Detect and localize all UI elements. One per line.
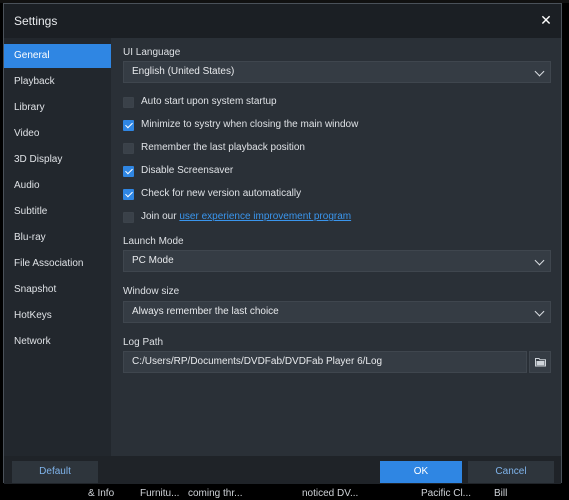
general-settings-panel: UI Language English (United States) Auto… <box>111 38 561 456</box>
ui-language-select[interactable]: English (United States) <box>123 61 551 83</box>
log-path-field[interactable]: C:/Users/RP/Documents/DVDFab/DVDFab Play… <box>123 351 527 373</box>
minimize-to-tray-label: Minimize to systry when closing the main… <box>141 119 359 130</box>
sidebar-item-snapshot[interactable]: Snapshot <box>4 278 111 302</box>
sidebar-item-general[interactable]: General <box>4 44 111 68</box>
auto-start-checkbox[interactable] <box>123 97 134 108</box>
taskbar-item[interactable]: noticed DV... <box>302 488 358 499</box>
launch-mode-label: Launch Mode <box>123 236 184 247</box>
dialog-title: Settings <box>14 14 58 28</box>
log-path-label: Log Path <box>123 337 164 348</box>
ui-language-label: UI Language <box>123 47 181 58</box>
join-program-checkbox[interactable] <box>123 212 134 223</box>
close-icon[interactable]: ✕ <box>537 11 555 29</box>
sidebar-item-subtitle[interactable]: Subtitle <box>4 200 111 224</box>
chevron-down-icon <box>534 66 545 77</box>
sidebar-item-blu-ray[interactable]: Blu-ray <box>4 226 111 250</box>
check-updates-checkbox[interactable] <box>123 189 134 200</box>
dialog-footer: Default OK Cancel <box>4 456 561 484</box>
cancel-button[interactable]: Cancel <box>468 461 554 483</box>
window-size-value: Always remember the last choice <box>132 306 279 317</box>
folder-icon <box>535 358 546 367</box>
sidebar-item-audio[interactable]: Audio <box>4 174 111 198</box>
taskbar-item[interactable]: Bill <box>494 488 507 499</box>
chevron-down-icon <box>534 306 545 317</box>
sidebar-item-file-association[interactable]: File Association <box>4 252 111 276</box>
minimize-to-tray-checkbox[interactable] <box>123 120 134 131</box>
window-size-select[interactable]: Always remember the last choice <box>123 301 551 323</box>
taskbar-item[interactable]: Pacific Cl... <box>421 488 471 499</box>
settings-dialog: Settings ✕ General Playback Library Vide… <box>3 3 562 484</box>
sidebar-item-video[interactable]: Video <box>4 122 111 146</box>
disable-screensaver-checkbox[interactable] <box>123 166 134 177</box>
settings-sidebar: General Playback Library Video 3D Displa… <box>4 38 111 456</box>
chevron-down-icon <box>534 255 545 266</box>
remember-position-checkbox[interactable] <box>123 143 134 154</box>
sidebar-item-hotkeys[interactable]: HotKeys <box>4 304 111 328</box>
remember-position-label: Remember the last playback position <box>141 142 305 153</box>
check-updates-label: Check for new version automatically <box>141 188 302 199</box>
browse-folder-button[interactable] <box>529 351 551 373</box>
default-button[interactable]: Default <box>12 461 98 483</box>
window-size-label: Window size <box>123 286 180 297</box>
join-program-text: Join our user experience improvement pro… <box>141 211 351 222</box>
sidebar-item-playback[interactable]: Playback <box>4 70 111 94</box>
ui-language-value: English (United States) <box>132 66 235 77</box>
taskbar-item[interactable]: Furnitu... <box>140 488 179 499</box>
taskbar: & Info Furnitu... coming thr... noticed … <box>0 484 569 500</box>
title-bar: Settings ✕ <box>4 4 561 38</box>
join-program-prefix: Join our <box>141 211 180 222</box>
user-experience-program-link[interactable]: user experience improvement program <box>179 211 351 222</box>
sidebar-item-network[interactable]: Network <box>4 330 111 354</box>
ok-button[interactable]: OK <box>380 461 462 483</box>
sidebar-item-library[interactable]: Library <box>4 96 111 120</box>
sidebar-item-3d-display[interactable]: 3D Display <box>4 148 111 172</box>
taskbar-item[interactable]: & Info <box>88 488 114 499</box>
taskbar-item[interactable]: coming thr... <box>188 488 242 499</box>
launch-mode-select[interactable]: PC Mode <box>123 250 551 272</box>
auto-start-label: Auto start upon system startup <box>141 96 277 107</box>
disable-screensaver-label: Disable Screensaver <box>141 165 234 176</box>
launch-mode-value: PC Mode <box>132 255 174 266</box>
